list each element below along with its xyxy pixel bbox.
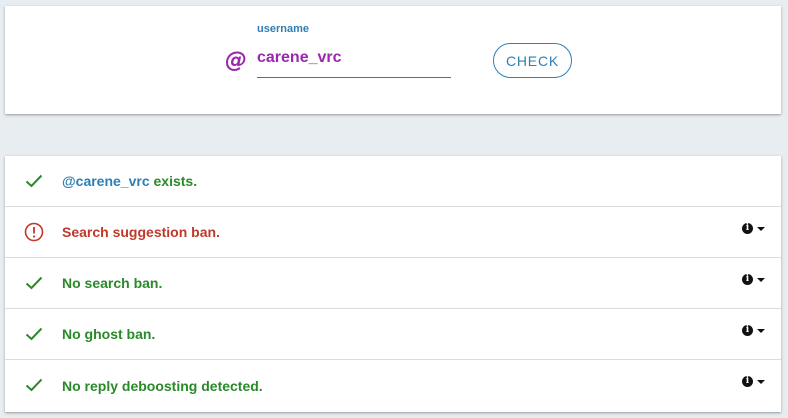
caret-down-icon: [757, 328, 765, 333]
info-dropdown-toggle[interactable]: i: [742, 274, 765, 285]
check-icon: [23, 374, 45, 396]
username-handle: @carene_vrc: [62, 173, 150, 189]
results-list: @carene_vrc exists. Search suggestion ba…: [5, 156, 781, 412]
result-text-search-ban: No search ban.: [62, 275, 163, 291]
check-icon: [23, 170, 45, 192]
info-dropdown-toggle[interactable]: i: [742, 325, 765, 336]
caret-down-icon: [757, 226, 765, 231]
result-text-reply-deboosting: No reply deboosting detected.: [62, 377, 263, 394]
result-text-ghost-ban: No ghost ban.: [62, 326, 156, 342]
caret-down-icon: [757, 277, 765, 282]
info-icon: i: [742, 325, 753, 336]
result-row-search-ban: No search ban. i: [5, 258, 781, 309]
alert-circle-icon: [23, 221, 45, 243]
check-icon: [23, 323, 45, 345]
info-dropdown-toggle[interactable]: i: [742, 376, 765, 387]
result-row-search-suggestion-ban: Search suggestion ban. i: [5, 207, 781, 258]
check-button[interactable]: CHECK: [493, 43, 572, 78]
info-dropdown-toggle[interactable]: i: [742, 223, 765, 234]
result-row-reply-deboosting: No reply deboosting detected. i: [5, 360, 781, 411]
search-card: @ username CHECK: [5, 6, 781, 114]
result-text-exists: @carene_vrc exists.: [62, 173, 198, 189]
caret-down-icon: [757, 379, 765, 384]
result-row-ghost-ban: No ghost ban. i: [5, 309, 781, 360]
info-icon: i: [742, 274, 753, 285]
username-label: username: [257, 23, 309, 35]
check-icon: [23, 272, 45, 294]
at-icon: @: [225, 48, 247, 73]
username-input[interactable]: [257, 44, 451, 78]
info-icon: i: [742, 376, 753, 387]
result-row-exists: @carene_vrc exists.: [5, 156, 781, 207]
result-text-search-suggestion-ban: Search suggestion ban.: [62, 224, 220, 240]
info-icon: i: [742, 223, 753, 234]
